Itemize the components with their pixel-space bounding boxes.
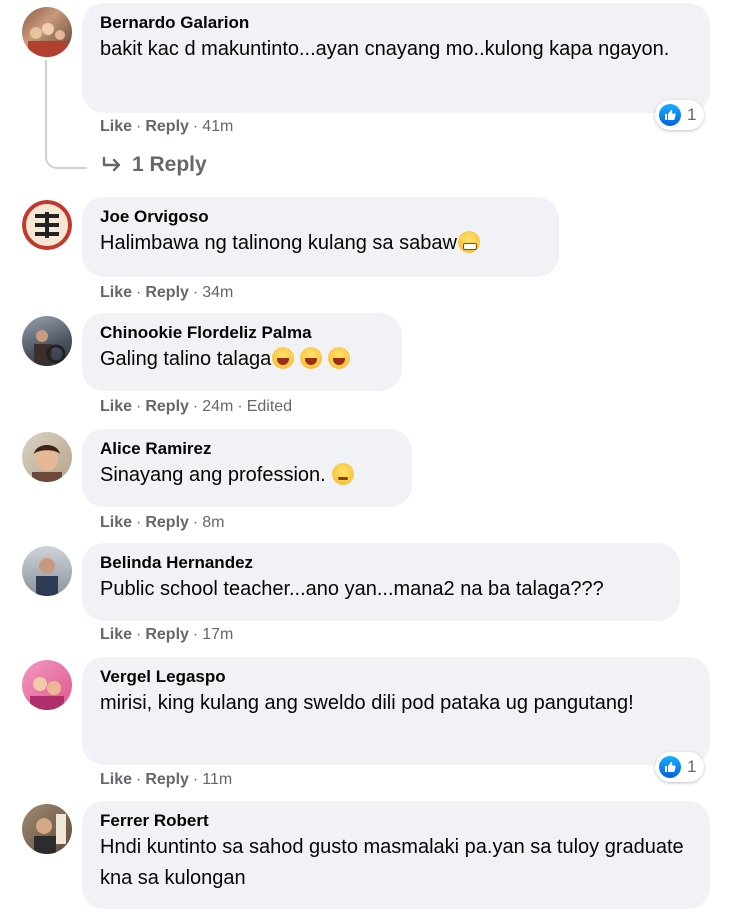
comment-text: Sinayang ang profession. [100, 460, 394, 491]
reaction-count-badge[interactable]: 1 [655, 100, 705, 130]
like-link[interactable]: Like [100, 771, 132, 788]
reply-link[interactable]: Reply [145, 118, 189, 135]
comment-actions: Like · Reply · 11m [100, 771, 233, 788]
avatar[interactable] [22, 804, 72, 854]
like-reaction-icon [659, 756, 681, 778]
like-link[interactable]: Like [100, 284, 132, 301]
like-link[interactable]: Like [100, 626, 132, 643]
grimace-emoji-icon [457, 231, 480, 253]
avatar[interactable] [22, 660, 72, 710]
comment-actions: Like · Reply · 8m [100, 514, 225, 531]
view-replies-link[interactable]: 1 Reply [102, 153, 207, 177]
reaction-count: 1 [687, 757, 697, 776]
like-link[interactable]: Like [100, 398, 132, 415]
comment-bubble: Chinookie Flordeliz Palma Galing talino … [82, 313, 402, 391]
comment-actions: Like · Reply · 24m · Edited [100, 398, 293, 415]
reply-link[interactable]: Reply [145, 284, 189, 301]
comment-time[interactable]: 24m [202, 398, 233, 415]
laughing-emoji-icon [328, 347, 351, 369]
comment-author[interactable]: Alice Ramirez [100, 439, 394, 459]
comment-text: mirisi, king kulang ang sweldo dili pod … [100, 692, 634, 714]
reply-link[interactable]: Reply [145, 626, 189, 643]
comment-author[interactable]: Chinookie Flordeliz Palma [100, 323, 384, 343]
reaction-count-badge[interactable]: 1 [655, 752, 705, 782]
comment-actions: Like · Reply · 41m [100, 118, 234, 135]
reply-link[interactable]: Reply [145, 771, 189, 788]
comment-actions: Like · Reply · 17m [100, 626, 234, 643]
like-link[interactable]: Like [100, 514, 132, 531]
reply-link[interactable]: Reply [145, 398, 189, 415]
comment-bubble: Alice Ramirez Sinayang ang profession. [82, 429, 412, 507]
comment-author[interactable]: Vergel Legaspo [100, 667, 692, 687]
laughing-emoji-icon [300, 347, 323, 369]
comment-bubble: Joe Orvigoso Halimbawa ng talinong kulan… [82, 197, 559, 277]
sad-tear-emoji-icon [332, 463, 355, 485]
comment-bubble: Belinda Hernandez Public school teacher.… [82, 543, 680, 621]
avatar[interactable] [22, 546, 72, 596]
comment-time[interactable]: 11m [202, 771, 232, 788]
view-replies-label: 1 Reply [132, 153, 207, 176]
comment-bubble: Vergel Legaspo mirisi, king kulang ang s… [82, 657, 710, 765]
reply-link[interactable]: Reply [145, 514, 189, 531]
thread-connector [45, 60, 87, 169]
comment-author[interactable]: Ferrer Robert [100, 811, 692, 831]
like-link[interactable]: Like [100, 118, 132, 135]
edited-label[interactable]: Edited [247, 398, 292, 415]
avatar[interactable] [22, 200, 72, 250]
reaction-count: 1 [687, 105, 697, 124]
avatar[interactable] [22, 7, 72, 57]
comment-author[interactable]: Joe Orvigoso [100, 207, 541, 227]
reply-arrow-icon [102, 156, 121, 172]
comment-text: Public school teacher...ano yan...mana2 … [100, 578, 604, 600]
avatar[interactable] [22, 432, 72, 482]
comment-time[interactable]: 17m [202, 626, 233, 643]
comment-author[interactable]: Belinda Hernandez [100, 553, 662, 573]
like-reaction-icon [659, 104, 681, 126]
comment-text: bakit kac d makuntinto...ayan cnayang mo… [100, 38, 670, 60]
comment-text: Halimbawa ng talinong kulang sa sabaw [100, 228, 541, 259]
comment-time[interactable]: 8m [202, 514, 224, 531]
comment-time[interactable]: 41m [202, 118, 233, 135]
avatar[interactable] [22, 316, 72, 366]
laughing-emoji-icon [272, 347, 295, 369]
comment-time[interactable]: 34m [202, 284, 233, 301]
comment-bubble: Ferrer Robert Hndi kuntinto sa sahod gus… [82, 801, 710, 909]
comment-actions: Like · Reply · 34m [100, 284, 234, 301]
comment-text: Galing talino talaga [100, 344, 384, 375]
comment-author[interactable]: Bernardo Galarion [100, 13, 692, 33]
comment-text: Hndi kuntinto sa sahod gusto masmalaki p… [100, 836, 684, 889]
comment-bubble: Bernardo Galarion bakit kac d makuntinto… [82, 3, 710, 113]
